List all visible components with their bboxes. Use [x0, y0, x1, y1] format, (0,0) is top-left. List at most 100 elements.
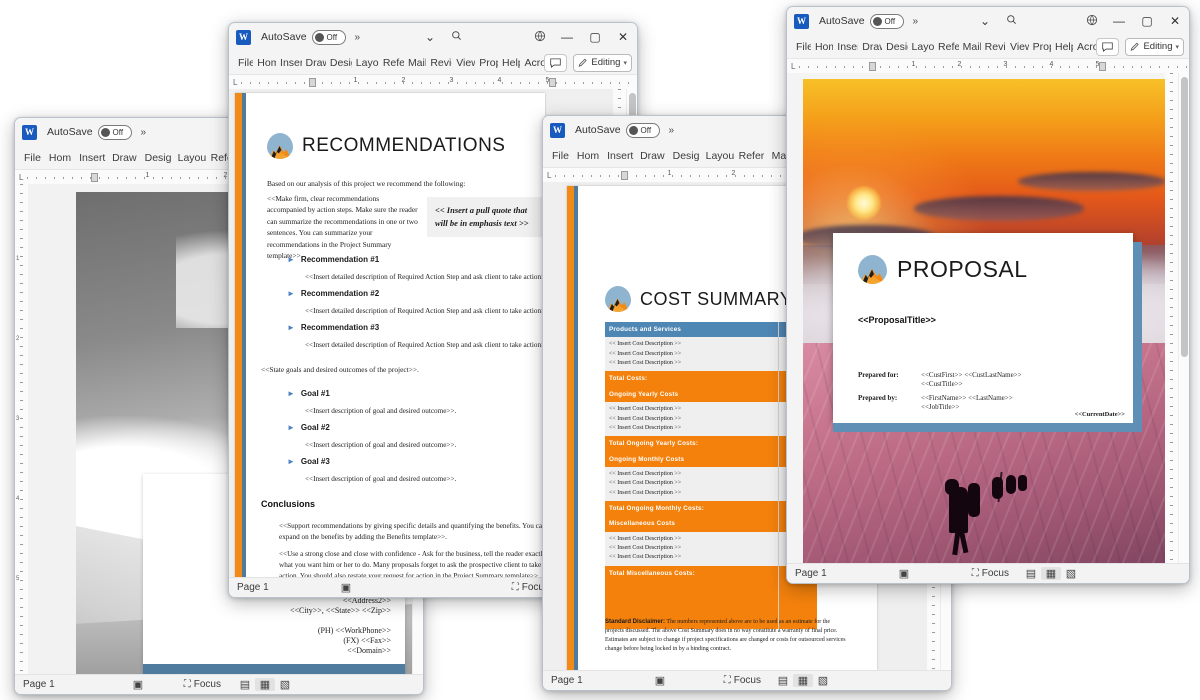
tab-mailings[interactable]: Maili — [404, 55, 426, 71]
tab-design[interactable]: Desig — [669, 148, 702, 164]
page-indicator[interactable]: Page 1 — [237, 582, 269, 593]
tab-proposal[interactable]: Prop — [475, 55, 498, 71]
tab-view[interactable]: View — [452, 55, 475, 71]
tab-file[interactable]: File — [20, 150, 45, 166]
tab-proposal[interactable]: Prop — [1029, 39, 1051, 55]
tab-review[interactable]: Revie — [981, 39, 1006, 55]
tab-home[interactable]: Hom — [45, 150, 75, 166]
tab-stop-icon[interactable]: L — [19, 173, 23, 182]
tab-insert[interactable]: Insert — [833, 39, 858, 55]
print-layout-icon[interactable]: ▦ — [793, 674, 813, 687]
tab-review[interactable]: Revie — [426, 55, 452, 71]
autosave-switch[interactable]: Off — [97, 124, 132, 140]
scrollbar-thumb[interactable] — [1181, 77, 1188, 357]
read-mode-icon[interactable]: ▤ — [773, 674, 793, 687]
tab-help[interactable]: Help — [1051, 39, 1073, 55]
ruler-track[interactable]: 1 2 3 4 5 — [241, 77, 637, 87]
ribbon-tabs[interactable]: File Hom Insert Draw Desig Layou Refer M… — [229, 51, 637, 75]
web-layout-icon[interactable]: ▧ — [275, 678, 295, 691]
tab-draw[interactable]: Draw — [858, 39, 882, 55]
status-bar[interactable]: Page 1 ▣ ⛶ Focus ▤ ▦ ▧ — [15, 674, 423, 694]
ribbon-tabs[interactable]: File Hom Insert Draw Desig Layou Refer M… — [787, 35, 1189, 59]
indent-marker[interactable] — [91, 172, 99, 182]
tab-references[interactable]: Refer — [379, 55, 404, 71]
tab-file[interactable]: File — [234, 55, 253, 71]
tab-references[interactable]: Refer — [934, 39, 959, 55]
tab-home[interactable]: Hom — [811, 39, 833, 55]
read-mode-icon[interactable]: ▤ — [1021, 567, 1041, 580]
tab-help[interactable]: Help — [498, 55, 520, 71]
editing-mode-button[interactable]: Editing ▾ — [573, 53, 632, 72]
tab-insert[interactable]: Insert — [75, 150, 108, 166]
status-bar[interactable]: Page 1 ▣ ⛶ Focus ▤ ▦ ▧ — [543, 670, 951, 690]
autosave-switch[interactable]: Off — [311, 29, 346, 45]
page-indicator[interactable]: Page 1 — [795, 568, 827, 579]
autosave-toggle[interactable]: AutoSave Off — [575, 122, 660, 138]
minimize-button[interactable]: — — [1105, 14, 1133, 28]
chevron-down-icon[interactable]: ▾ — [623, 59, 627, 67]
horizontal-ruler[interactable]: L 1 2 3 4 5 — [229, 75, 637, 89]
ruler-track[interactable]: 1 2 3 4 5 — [799, 61, 1189, 71]
indent-marker[interactable] — [309, 77, 317, 87]
maximize-button[interactable]: ▢ — [581, 30, 609, 44]
web-layout-icon[interactable]: ▧ — [813, 674, 833, 687]
tab-mailings[interactable]: Maili — [959, 39, 981, 55]
page-scroll-region[interactable]: PROPOSAL <<ProposalTitle>> Prepared for:… — [787, 73, 1165, 563]
web-layout-icon[interactable]: ▧ — [1061, 567, 1081, 580]
title-dropdown-icon[interactable]: ⌄ — [417, 30, 443, 44]
minimize-button[interactable]: — — [553, 30, 581, 44]
tab-draw[interactable]: Draw — [108, 150, 141, 166]
chevron-down-icon[interactable]: ▾ — [1176, 43, 1180, 51]
tab-layout[interactable]: Layou — [352, 55, 379, 71]
autosave-toggle[interactable]: AutoSave Off — [261, 29, 346, 45]
search-icon[interactable] — [443, 30, 469, 44]
indent-marker[interactable] — [869, 61, 877, 71]
page-indicator[interactable]: Page 1 — [551, 675, 583, 686]
tab-file[interactable]: File — [548, 148, 573, 164]
comments-button[interactable] — [544, 53, 568, 72]
indent-marker[interactable] — [621, 170, 629, 180]
focus-mode-button[interactable]: ⛶ Focus — [184, 679, 221, 690]
title-overflow-chevrons[interactable]: » — [141, 127, 146, 138]
print-layout-icon[interactable]: ▦ — [255, 678, 275, 691]
recommendations-page[interactable]: RECOMMENDATIONS Based on our analysis of… — [235, 93, 549, 577]
tab-references[interactable]: Refer — [735, 148, 768, 164]
tab-acrobat[interactable]: Acrol — [1073, 39, 1096, 55]
title-overflow-chevrons[interactable]: » — [913, 16, 918, 27]
status-bar[interactable]: Page 1 ▣ ⛶ Focus ▤ ▦ ▧ — [787, 563, 1189, 583]
read-mode-icon[interactable]: ▤ — [235, 678, 255, 691]
tab-stop-icon[interactable]: L — [547, 171, 551, 180]
close-button[interactable]: ✕ — [609, 30, 637, 44]
editing-mode-button[interactable]: Editing ▾ — [1125, 37, 1185, 56]
tab-layout[interactable]: Layou — [908, 39, 935, 55]
tab-insert[interactable]: Insert — [276, 55, 302, 71]
tab-insert[interactable]: Insert — [603, 148, 636, 164]
autosave-switch[interactable]: Off — [625, 122, 660, 138]
tab-acrobat[interactable]: Acrol — [520, 55, 544, 71]
vertical-scrollbar[interactable] — [1178, 73, 1189, 563]
word-window-proposal[interactable]: W AutoSave Off » ⌄ — ▢ ✕ File — [786, 6, 1190, 584]
tab-design[interactable]: Desig — [141, 150, 174, 166]
tab-home[interactable]: Hom — [573, 148, 603, 164]
account-icon[interactable] — [1079, 14, 1105, 29]
comments-button[interactable] — [1096, 37, 1120, 56]
proofing-icon[interactable]: ▣ — [133, 678, 143, 691]
autosave-switch[interactable]: Off — [869, 13, 904, 29]
tab-home[interactable]: Hom — [253, 55, 276, 71]
horizontal-ruler[interactable]: L 1 2 3 4 5 — [787, 59, 1189, 73]
close-button[interactable]: ✕ — [1161, 14, 1189, 28]
title-overflow-chevrons[interactable]: » — [669, 125, 674, 136]
right-indent-marker[interactable] — [549, 77, 557, 87]
right-indent-marker[interactable] — [1099, 61, 1107, 71]
tab-design[interactable]: Desig — [882, 39, 907, 55]
autosave-toggle[interactable]: AutoSave Off — [819, 13, 904, 29]
tab-file[interactable]: File — [792, 39, 811, 55]
tab-view[interactable]: View — [1006, 39, 1029, 55]
focus-mode-button[interactable]: ⛶ Focus — [724, 675, 761, 686]
tab-design[interactable]: Desig — [326, 55, 352, 71]
maximize-button[interactable]: ▢ — [1133, 14, 1161, 28]
tab-stop-icon[interactable]: L — [233, 78, 237, 87]
title-dropdown-icon[interactable]: ⌄ — [972, 14, 998, 28]
autosave-toggle[interactable]: AutoSave Off — [47, 124, 132, 140]
tab-draw[interactable]: Draw — [302, 55, 326, 71]
